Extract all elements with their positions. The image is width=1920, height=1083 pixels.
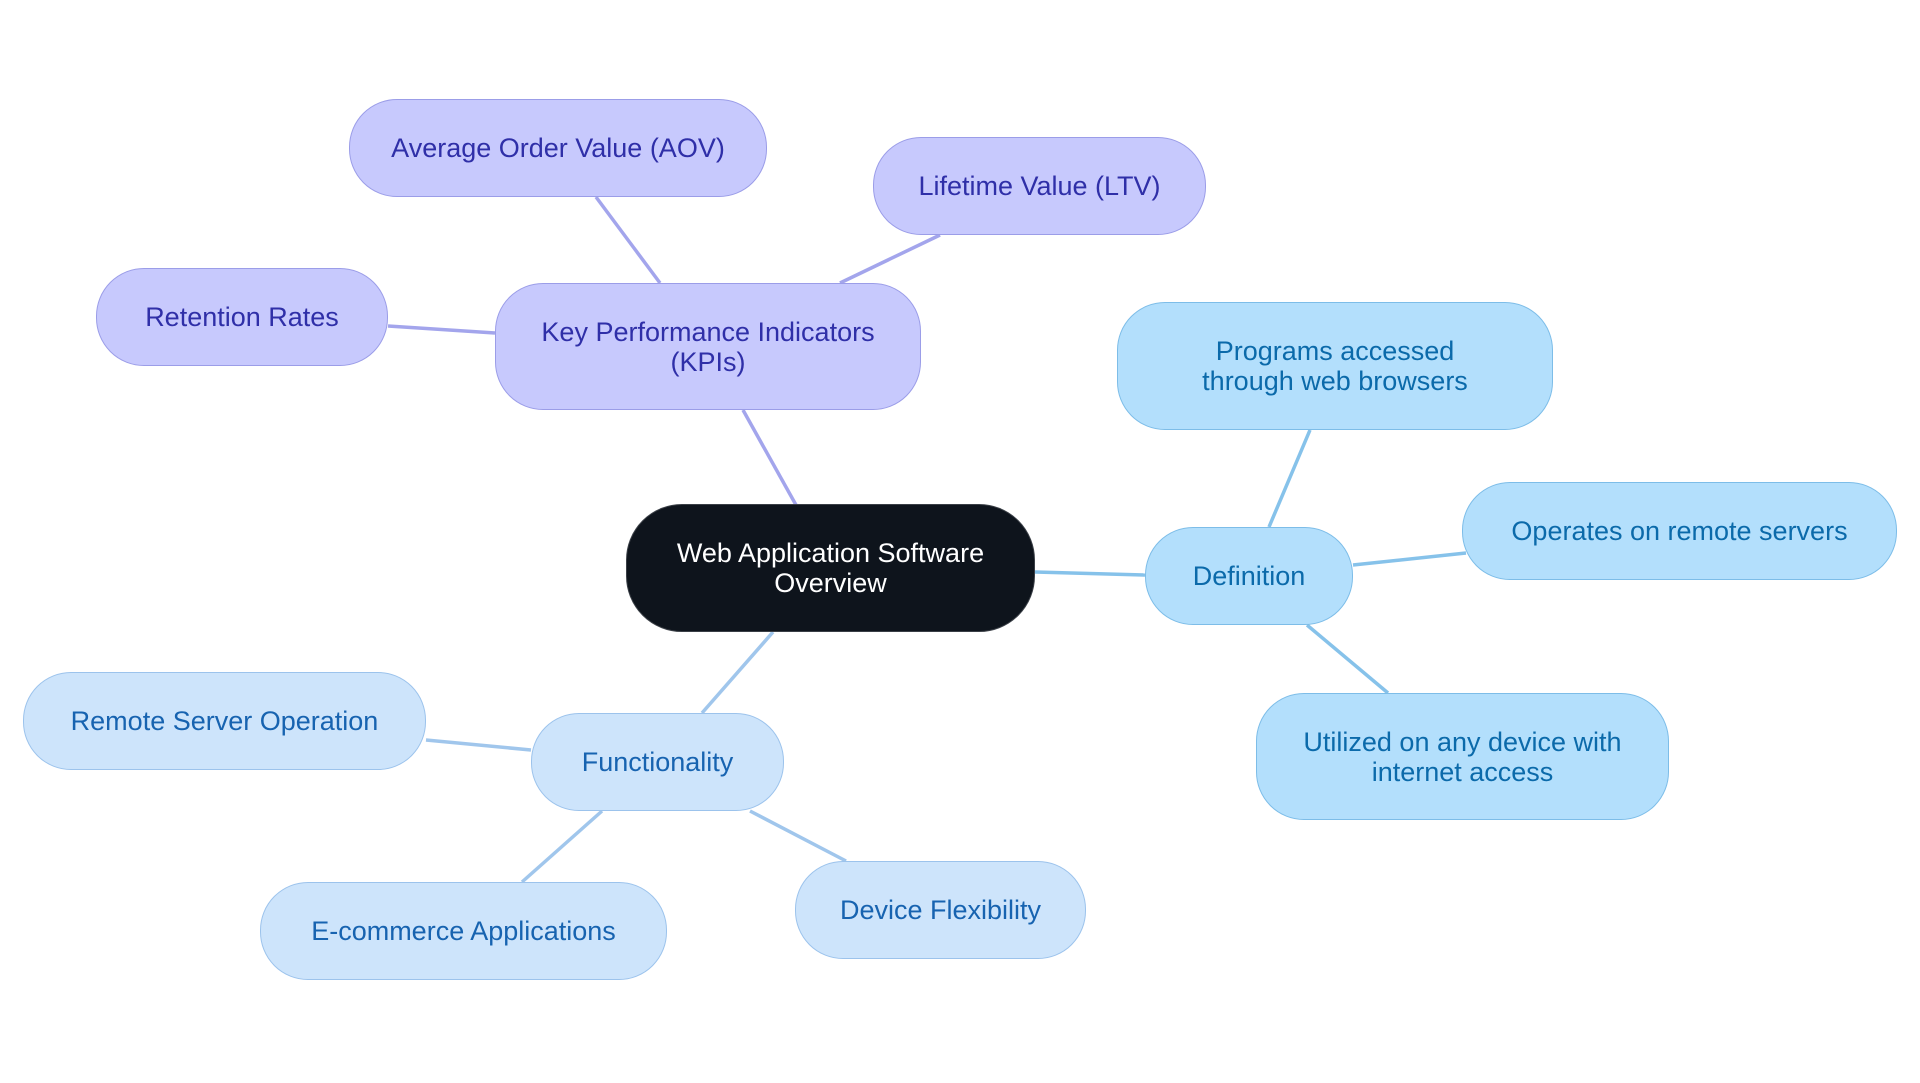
edge-definition-programs — [1267, 429, 1312, 528]
edge-definition-operates — [1352, 551, 1467, 567]
root-node[interactable]: Web Application Software Overview — [626, 504, 1035, 632]
leaf-node-label: Lifetime Value (LTV) — [918, 171, 1161, 201]
leaf-node-ltv[interactable]: Lifetime Value (LTV) — [873, 137, 1206, 235]
leaf-node-label: Device Flexibility — [839, 895, 1042, 925]
edge-root-kpi — [741, 409, 798, 506]
edge-functionality-device — [749, 809, 847, 863]
leaf-node-label: Programs accessed through web browsers — [1202, 336, 1468, 396]
leaf-node-label: E-commerce Applications — [311, 916, 616, 946]
edge-functionality-remote — [425, 738, 532, 752]
edge-definition-utilized — [1305, 623, 1390, 695]
leaf-node-aov[interactable]: Average Order Value (AOV) — [349, 99, 767, 197]
branch-node-label: Functionality — [581, 747, 734, 777]
leaf-node-remote-server-operation[interactable]: Remote Server Operation — [23, 672, 426, 770]
edge-root-definition — [1034, 570, 1146, 577]
branch-node-kpis[interactable]: Key Performance Indicators (KPIs) — [495, 283, 921, 410]
leaf-node-label: Average Order Value (AOV) — [391, 133, 725, 163]
edge-kpi-retention — [387, 324, 496, 335]
edge-kpi-ltv — [839, 233, 941, 285]
branch-node-label: Definition — [1192, 561, 1306, 591]
edge-kpi-aov — [594, 195, 662, 285]
branch-node-label: Key Performance Indicators (KPIs) — [541, 316, 875, 377]
leaf-node-label: Remote Server Operation — [70, 706, 379, 736]
leaf-node-label: Operates on remote servers — [1511, 516, 1848, 546]
edge-functionality-ecommerce — [520, 809, 604, 884]
leaf-node-programs-accessed[interactable]: Programs accessed through web browsers — [1117, 302, 1553, 430]
leaf-node-retention-rates[interactable]: Retention Rates — [96, 268, 388, 366]
root-node-label: Web Application Software Overview — [676, 538, 985, 598]
edge-root-functionality — [700, 630, 775, 715]
leaf-node-utilized-any-device[interactable]: Utilized on any device with internet acc… — [1256, 693, 1669, 820]
branch-node-definition[interactable]: Definition — [1145, 527, 1353, 625]
leaf-node-operates-remote[interactable]: Operates on remote servers — [1462, 482, 1897, 580]
leaf-node-device-flexibility[interactable]: Device Flexibility — [795, 861, 1086, 959]
leaf-node-label: Retention Rates — [145, 302, 339, 332]
leaf-node-label: Utilized on any device with internet acc… — [1303, 726, 1622, 787]
branch-node-functionality[interactable]: Functionality — [531, 713, 784, 811]
leaf-node-ecommerce-applications[interactable]: E-commerce Applications — [260, 882, 667, 980]
